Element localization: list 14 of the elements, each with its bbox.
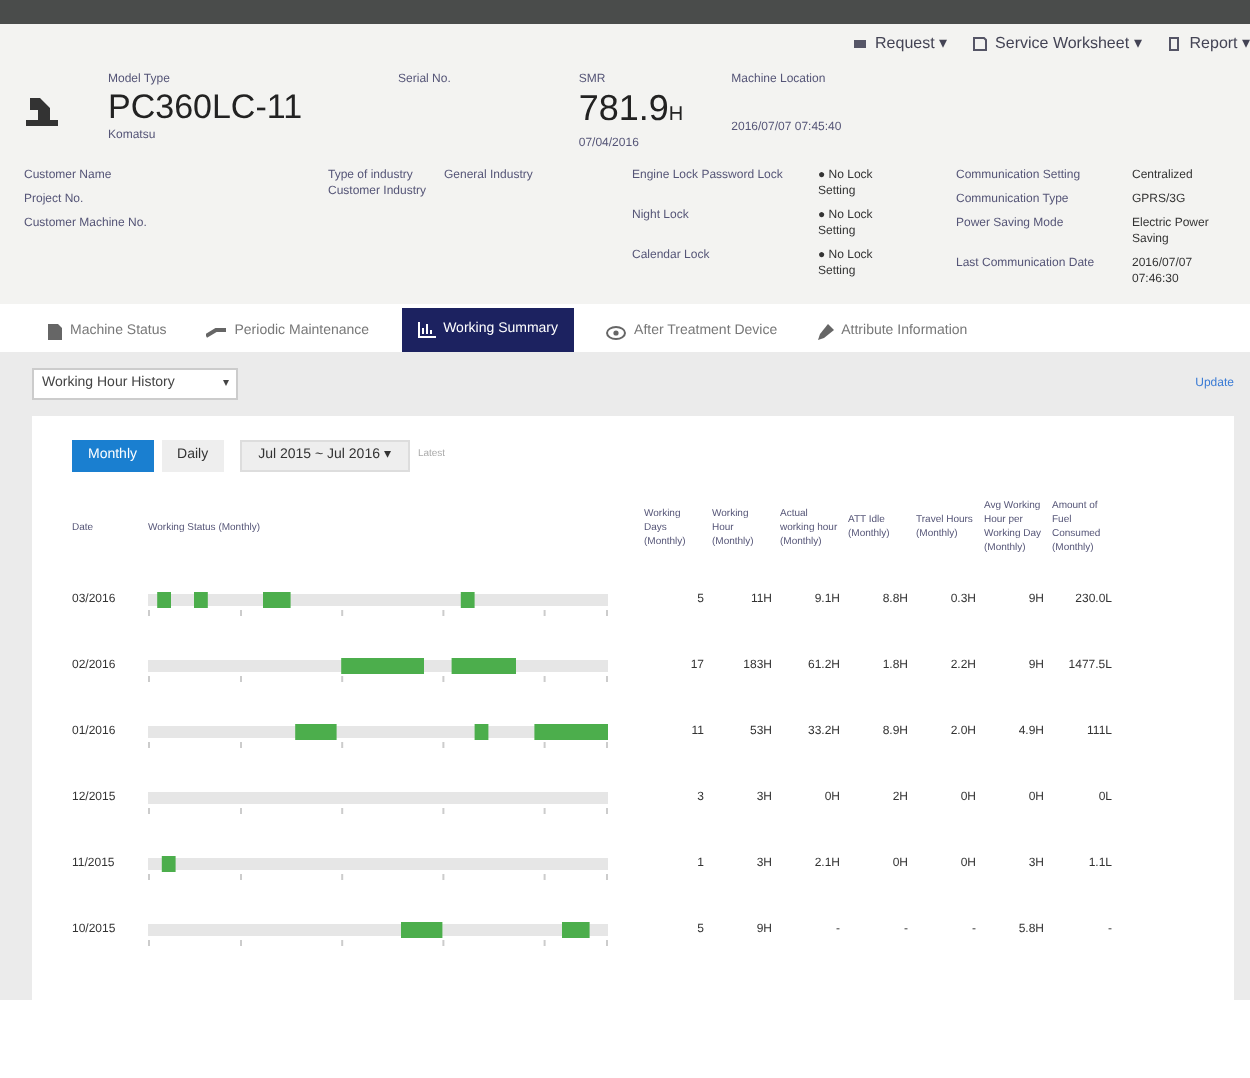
document-icon	[48, 324, 62, 340]
toolbar-menu-button[interactable]: Report ▾	[1165, 32, 1250, 56]
report-icon	[1165, 36, 1182, 52]
worksheet-icon	[971, 36, 988, 52]
toolbar-menu-button[interactable]: Service Worksheet ▾	[971, 32, 1142, 56]
eye-icon	[606, 325, 627, 339]
model-name: PC360LC-11	[108, 88, 303, 128]
toolbar-menu-button[interactable]: Request ▾	[851, 32, 948, 56]
smr-value: 781.9H	[578, 88, 684, 132]
wrench-icon	[206, 325, 227, 339]
pencil-icon	[817, 324, 834, 340]
chart-icon	[417, 322, 436, 338]
excavator-icon	[24, 96, 60, 128]
request-icon	[851, 36, 868, 52]
